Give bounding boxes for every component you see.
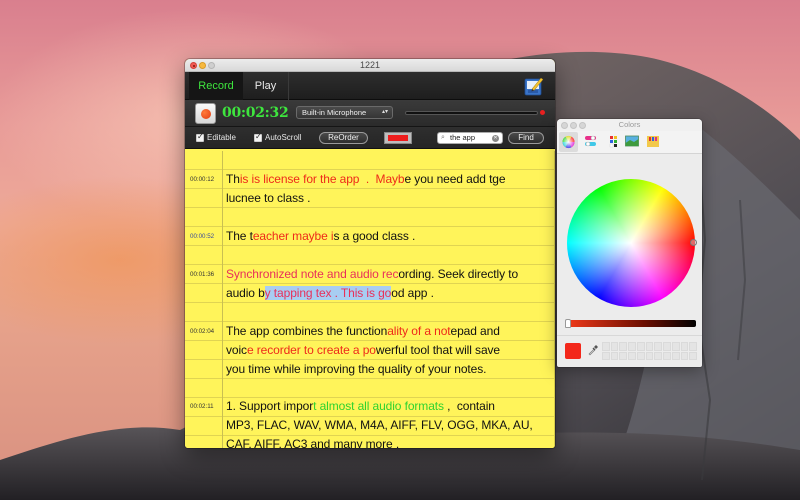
saved-color-slot[interactable] <box>671 351 680 360</box>
note-timestamp[interactable]: 00:02:11 <box>190 403 222 410</box>
saved-color-slot[interactable] <box>602 351 610 360</box>
text-segment: e recorder to create a po <box>246 343 376 357</box>
tab-record[interactable]: Record <box>189 72 243 100</box>
note-timestamp[interactable]: 00:01:36 <box>190 271 222 278</box>
color-palettes-icon[interactable] <box>607 134 621 148</box>
crayons-icon[interactable] <box>646 134 660 148</box>
color-wheel-handle[interactable] <box>690 239 697 246</box>
tab-play[interactable]: Play <box>243 72 289 100</box>
saved-color-slot[interactable] <box>602 342 610 351</box>
record-button[interactable] <box>195 103 216 124</box>
text-segment: The app combines the function <box>226 324 388 338</box>
saved-color-slot[interactable] <box>610 342 619 351</box>
main-window: 1221 Record Play 00:02:32 Built-in Micro… <box>185 59 555 448</box>
text-segment: Synchronized note and audio rec <box>226 267 399 281</box>
text-segment: The t <box>226 229 253 243</box>
input-device-select[interactable]: Built-in Microphone ▴▾ <box>296 106 393 119</box>
recording-toolbar: 00:02:32 Built-in Microphone ▴▾ <box>185 100 555 127</box>
notes-editor[interactable]: 00:00:12 This is license for the app . M… <box>185 151 555 448</box>
editable-checkbox[interactable]: Editable <box>196 132 236 142</box>
text-segment: s a good class . <box>333 229 416 243</box>
input-level-meter <box>405 111 538 115</box>
saved-color-slot[interactable] <box>645 351 654 360</box>
recording-timer: 00:02:32 <box>222 105 289 121</box>
search-field[interactable]: ⌕ the app ✕ <box>437 132 503 144</box>
title-bar[interactable]: 1221 <box>185 59 555 72</box>
saved-color-slot[interactable] <box>645 342 654 351</box>
edit-notes-icon[interactable] <box>524 76 544 96</box>
eyedropper-icon[interactable] <box>587 344 599 356</box>
find-button[interactable]: Find <box>508 132 544 144</box>
autoscroll-label: AutoScroll <box>265 133 302 142</box>
color-sliders-icon[interactable] <box>584 134 598 148</box>
saved-color-slot[interactable] <box>663 351 671 360</box>
search-input[interactable]: the app <box>450 133 475 143</box>
window-title: 1221 <box>359 60 381 70</box>
level-indicator-icon <box>540 110 545 115</box>
note-text[interactable]: 1. Support import almost all audio forma… <box>226 397 552 448</box>
text-segment: ality of a not <box>387 324 451 338</box>
editable-label: Editable <box>207 133 236 142</box>
saved-color-slot[interactable] <box>628 351 636 360</box>
text-color-swatch <box>388 135 408 141</box>
text-segment: Th <box>226 172 240 186</box>
search-icon: ⌕ <box>441 134 445 141</box>
note-timestamp[interactable]: 00:00:12 <box>190 176 222 183</box>
color-wheel[interactable] <box>567 179 695 307</box>
options-toolbar: Editable AutoScroll ReOrder ⌕ the app ✕ … <box>185 127 555 149</box>
clear-search-icon[interactable]: ✕ <box>492 135 499 142</box>
margin-line <box>222 151 223 448</box>
text-segment: is is license for the app . Mayb <box>239 172 405 186</box>
saved-color-slot[interactable] <box>689 351 697 360</box>
divider <box>557 335 702 336</box>
saved-color-slot[interactable] <box>680 342 689 351</box>
color-wheel-tab[interactable] <box>559 132 578 152</box>
saved-color-slot[interactable] <box>619 351 628 360</box>
colors-title-bar[interactable]: Colors <box>557 119 702 131</box>
checkbox-checked-icon <box>254 132 262 142</box>
selected-text: y tapping tex . This is go <box>264 286 392 300</box>
note-timestamp[interactable]: 00:00:52 <box>190 233 222 240</box>
brightness-slider[interactable] <box>567 320 696 327</box>
note-text[interactable]: The app combines the functionality of a … <box>226 322 552 379</box>
pad-edge <box>554 151 555 448</box>
saved-color-slot[interactable] <box>680 351 689 360</box>
current-color-swatch[interactable] <box>565 343 581 359</box>
saved-color-slot[interactable] <box>619 342 628 351</box>
saved-color-slot[interactable] <box>654 351 663 360</box>
saved-color-slot[interactable] <box>671 342 680 351</box>
chevron-updown-icon: ▴▾ <box>381 109 388 115</box>
note-text[interactable]: The teacher maybe is a good class . <box>226 227 552 246</box>
text-color-well[interactable] <box>384 132 412 144</box>
color-wheel-icon <box>562 135 575 149</box>
colors-panel: Colors <box>557 119 702 367</box>
brightness-slider-handle[interactable] <box>565 319 571 328</box>
text-segment: eacher maybe i <box>252 229 334 243</box>
reorder-button[interactable]: ReOrder <box>319 132 368 144</box>
color-mode-toolbar <box>557 131 702 154</box>
text-segment: od app . <box>391 286 434 300</box>
checkbox-checked-icon <box>196 132 204 142</box>
saved-color-slot[interactable] <box>628 342 636 351</box>
input-device-value: Built-in Microphone <box>302 108 367 117</box>
image-palettes-icon[interactable] <box>625 134 639 148</box>
tab-bar: Record Play <box>185 72 555 100</box>
saved-colors-grid[interactable] <box>602 342 697 360</box>
saved-color-slot[interactable] <box>654 342 663 351</box>
saved-color-slot[interactable] <box>689 342 697 351</box>
note-text[interactable]: This is license for the app . Maybe you … <box>226 170 552 208</box>
note-timestamp[interactable]: 00:02:04 <box>190 328 222 335</box>
saved-color-slot[interactable] <box>663 342 671 351</box>
autoscroll-checkbox[interactable]: AutoScroll <box>254 132 302 142</box>
saved-color-slot[interactable] <box>636 351 645 360</box>
text-segment: 1. Support impor <box>226 399 314 413</box>
saved-color-slot[interactable] <box>610 351 619 360</box>
note-text[interactable]: Synchronized note and audio recording. S… <box>226 265 552 303</box>
colors-title: Colors <box>618 120 641 129</box>
saved-color-slot[interactable] <box>636 342 645 351</box>
text-segment: t almost all audio formats <box>313 399 444 413</box>
